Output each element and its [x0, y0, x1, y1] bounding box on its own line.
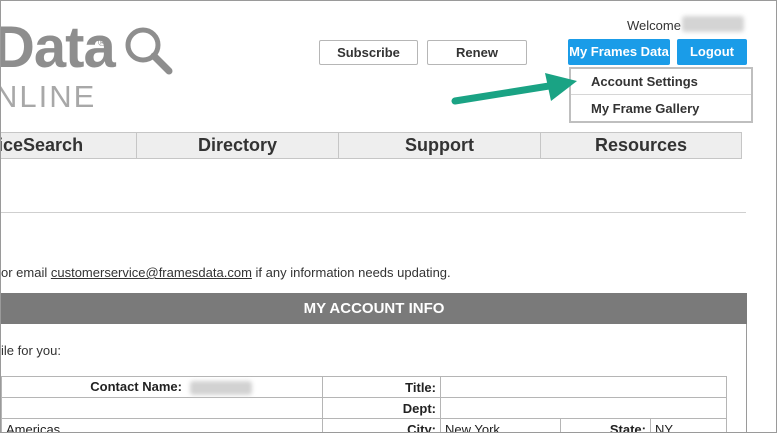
- dropdown-item-frame-gallery[interactable]: My Frame Gallery: [571, 96, 751, 122]
- nav-item-pricesearch[interactable]: iceSearch: [1, 132, 137, 159]
- state-label: State:: [560, 418, 651, 432]
- nav-item-support[interactable]: Support: [338, 132, 541, 159]
- account-dropdown-menu: Account Settings My Frame Gallery: [569, 67, 753, 123]
- welcome-label: Welcome: [627, 18, 681, 33]
- logo-subtext: NLINE: [0, 79, 97, 114]
- renew-button[interactable]: Renew: [427, 40, 527, 65]
- redacted-contact-name: [190, 380, 252, 395]
- subscribe-button[interactable]: Subscribe: [319, 40, 418, 65]
- region-value: Americas: [1, 418, 323, 432]
- customer-service-email-link[interactable]: customerservice@framesdata.com: [51, 265, 252, 280]
- browser-frame: Data ® NLINE Welcome Subscribe Renew My …: [0, 0, 777, 433]
- contact-name-label: Contact Name:: [90, 379, 182, 395]
- main-nav: iceSearch Directory Support Resources: [1, 132, 742, 159]
- account-info-table: Contact Name: Title: Dept: Americas City…: [1, 376, 727, 432]
- annotation-arrow-icon: [451, 73, 577, 105]
- city-value: New York: [440, 418, 561, 432]
- email-suffix: if any information needs updating.: [251, 265, 451, 280]
- city-label: City:: [322, 418, 441, 432]
- state-value: NY: [650, 418, 727, 432]
- nav-item-directory[interactable]: Directory: [136, 132, 339, 159]
- my-frames-data-button[interactable]: My Frames Data: [568, 39, 670, 65]
- dropdown-item-account-settings[interactable]: Account Settings: [571, 69, 751, 95]
- update-info-text: or email customerservice@framesdata.com …: [1, 265, 451, 280]
- title-label: Title:: [322, 376, 441, 398]
- table-row: Americas City: New York State: NY: [1, 418, 727, 432]
- email-prefix: or email: [1, 265, 51, 280]
- contact-name-cell: Contact Name:: [1, 376, 323, 398]
- section-title: MY ACCOUNT INFO: [1, 293, 747, 324]
- dept-label: Dept:: [322, 397, 441, 419]
- table-row: Dept:: [1, 397, 727, 419]
- profile-intro-text: ile for you:: [1, 343, 61, 358]
- divider: [1, 212, 746, 213]
- logout-button[interactable]: Logout: [677, 39, 747, 65]
- title-value: [440, 376, 727, 398]
- magnifier-logo-icon: [125, 27, 173, 75]
- empty-cell: [1, 397, 323, 419]
- logo-registered-mark: ®: [98, 37, 107, 49]
- nav-item-resources[interactable]: Resources: [540, 132, 742, 159]
- redacted-user-name: [682, 16, 744, 32]
- table-row: Contact Name: Title:: [1, 376, 727, 398]
- dept-value: [440, 397, 727, 419]
